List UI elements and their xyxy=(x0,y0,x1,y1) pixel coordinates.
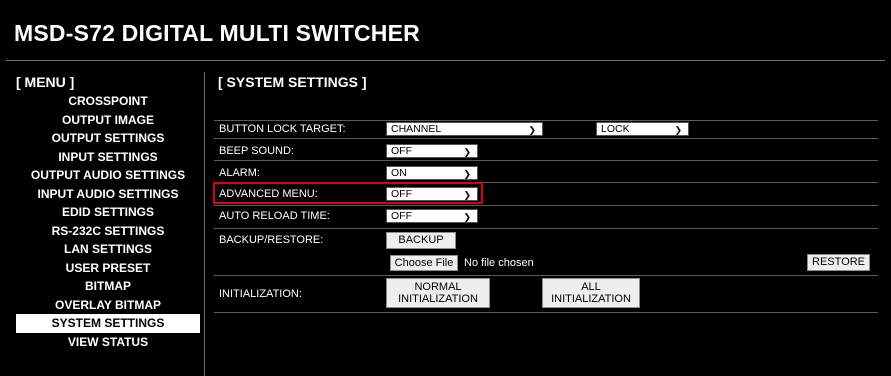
auto-reload-time-value: OFF xyxy=(391,210,412,222)
header-bar: MSD-S72 DIGITAL MULTI SWITCHER xyxy=(0,0,891,60)
sidebar-item-input-settings[interactable]: INPUT SETTINGS xyxy=(16,148,200,167)
sidebar-item-input-audio-settings[interactable]: INPUT AUDIO SETTINGS xyxy=(16,185,200,204)
row-divider xyxy=(214,120,878,121)
button-lock-target-label: BUTTON LOCK TARGET: xyxy=(219,123,346,135)
chevron-down-icon: ❯ xyxy=(463,169,471,179)
menu-title: [ MENU ] xyxy=(16,74,75,90)
backup-button[interactable]: BACKUP xyxy=(386,232,456,249)
alarm-select[interactable]: ON ❯ xyxy=(386,166,478,180)
auto-reload-time-select[interactable]: OFF ❯ xyxy=(386,209,478,223)
normal-initialization-line2: INITIALIZATION xyxy=(398,293,478,305)
row-divider xyxy=(214,160,878,161)
backup-restore-label: BACKUP/RESTORE: xyxy=(219,234,324,246)
sidebar-item-system-settings[interactable]: SYSTEM SETTINGS xyxy=(16,314,200,333)
page-title: MSD-S72 DIGITAL MULTI SWITCHER xyxy=(14,20,420,46)
advanced-menu-label: ADVANCED MENU: xyxy=(219,188,318,200)
sidebar-item-edid-settings[interactable]: EDID SETTINGS xyxy=(16,203,200,222)
advanced-menu-select[interactable]: OFF ❯ xyxy=(386,187,478,201)
chevron-down-icon: ❯ xyxy=(528,125,536,135)
button-lock-target-value: CHANNEL xyxy=(391,123,442,135)
chevron-down-icon: ❯ xyxy=(674,125,682,135)
sidebar-item-output-image[interactable]: OUTPUT IMAGE xyxy=(16,111,200,130)
main-content: [ SYSTEM SETTINGS ] xyxy=(218,72,878,92)
chevron-down-icon: ❯ xyxy=(463,212,471,222)
sidebar-item-lan-settings[interactable]: LAN SETTINGS xyxy=(16,240,200,259)
all-initialization-line1: ALL xyxy=(581,281,601,293)
row-divider xyxy=(214,138,878,139)
button-lock-target-select[interactable]: CHANNEL ❯ xyxy=(386,122,543,136)
sidebar-item-output-settings[interactable]: OUTPUT SETTINGS xyxy=(16,129,200,148)
sidebar-item-overlay-bitmap[interactable]: OVERLAY BITMAP xyxy=(16,296,200,315)
choose-file-button[interactable]: Choose File xyxy=(390,255,458,271)
file-status: No file chosen xyxy=(464,257,534,269)
lock-value: LOCK xyxy=(601,123,630,135)
lock-select[interactable]: LOCK ❯ xyxy=(596,122,689,136)
sidebar: [ MENU ] CROSSPOINT OUTPUT IMAGE OUTPUT … xyxy=(8,72,204,351)
restore-button[interactable]: RESTORE xyxy=(807,254,870,271)
normal-initialization-button[interactable]: NORMAL INITIALIZATION xyxy=(386,278,490,308)
beep-sound-select[interactable]: OFF ❯ xyxy=(386,144,478,158)
sidebar-item-crosspoint[interactable]: CROSSPOINT xyxy=(16,92,200,111)
section-title: [ SYSTEM SETTINGS ] xyxy=(218,74,367,90)
sidebar-item-user-preset[interactable]: USER PRESET xyxy=(16,259,200,278)
alarm-label: ALARM: xyxy=(219,167,260,179)
sidebar-item-rs232c-settings[interactable]: RS-232C SETTINGS xyxy=(16,222,200,241)
header-divider xyxy=(6,60,885,61)
sidebar-item-output-audio-settings[interactable]: OUTPUT AUDIO SETTINGS xyxy=(16,166,200,185)
menu-list: CROSSPOINT OUTPUT IMAGE OUTPUT SETTINGS … xyxy=(8,92,204,351)
beep-sound-value: OFF xyxy=(391,145,412,157)
advanced-menu-value: OFF xyxy=(391,188,412,200)
normal-initialization-line1: NORMAL xyxy=(414,281,462,293)
all-initialization-button[interactable]: ALL INITIALIZATION xyxy=(542,278,640,308)
initialization-label: INITIALIZATION: xyxy=(219,288,302,300)
beep-sound-label: BEEP SOUND: xyxy=(219,145,294,157)
chevron-down-icon: ❯ xyxy=(463,190,471,200)
alarm-value: ON xyxy=(391,167,407,179)
sidebar-item-bitmap[interactable]: BITMAP xyxy=(16,277,200,296)
row-divider xyxy=(214,275,878,276)
all-initialization-line2: INITIALIZATION xyxy=(551,293,631,305)
auto-reload-time-label: AUTO RELOAD TIME: xyxy=(219,210,330,222)
chevron-down-icon: ❯ xyxy=(463,147,471,157)
row-divider xyxy=(214,205,878,206)
sidebar-item-view-status[interactable]: VIEW STATUS xyxy=(16,333,200,352)
row-divider xyxy=(214,228,878,229)
sidebar-divider xyxy=(204,72,205,376)
row-divider xyxy=(214,312,878,313)
